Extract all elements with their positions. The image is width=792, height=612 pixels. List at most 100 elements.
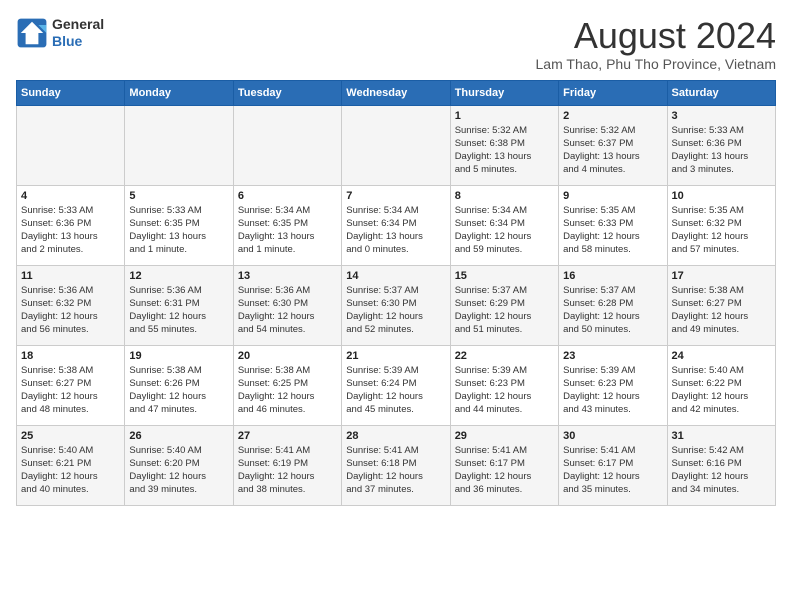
day-number: 30 [563, 430, 662, 442]
day-info: Sunrise: 5:40 AM Sunset: 6:21 PM Dayligh… [21, 444, 120, 497]
day-info: Sunrise: 5:39 AM Sunset: 6:24 PM Dayligh… [346, 364, 445, 417]
week-row-1: 1Sunrise: 5:32 AM Sunset: 6:38 PM Daylig… [17, 105, 776, 185]
day-cell: 31 Sunrise: 5:42 AM Sunset: 6:16 PM Dayli… [667, 425, 775, 505]
day-number: 14 [346, 270, 445, 282]
day-cell: 13Sunrise: 5:36 AM Sunset: 6:30 PM Dayli… [233, 265, 341, 345]
day-number: 21 [346, 350, 445, 362]
day-info: Sunrise: 5:35 AM Sunset: 6:32 PM Dayligh… [672, 204, 771, 257]
day-cell: 25 Sunrise: 5:40 AM Sunset: 6:21 PM Dayli… [17, 425, 125, 505]
day-info: Sunrise: 5:37 AM Sunset: 6:28 PM Dayligh… [563, 284, 662, 337]
day-number: 16 [563, 270, 662, 282]
logo-icon [16, 17, 48, 49]
header-cell-tuesday: Tuesday [233, 80, 341, 105]
day-cell [342, 105, 450, 185]
day-info: Sunrise: 5:39 AM Sunset: 6:23 PM Dayligh… [455, 364, 554, 417]
day-info: Sunrise: 5:41 AM Sunset: 6:18 PM Dayligh… [346, 444, 445, 497]
header-cell-saturday: Saturday [667, 80, 775, 105]
day-number: 19 [129, 350, 228, 362]
day-info: Sunrise: 5:41 AM Sunset: 6:19 PM Dayligh… [238, 444, 337, 497]
week-row-4: 18Sunrise: 5:38 AM Sunset: 6:27 PM Dayli… [17, 345, 776, 425]
day-info: Sunrise: 5:33 AM Sunset: 6:36 PM Dayligh… [672, 124, 771, 177]
day-number: 9 [563, 190, 662, 202]
day-number: 22 [455, 350, 554, 362]
day-info: Sunrise: 5:34 AM Sunset: 6:34 PM Dayligh… [455, 204, 554, 257]
week-row-3: 11 Sunrise: 5:36 AM Sunset: 6:32 PM Dayli… [17, 265, 776, 345]
day-number: 3 [672, 110, 771, 122]
day-number: 25 [21, 430, 120, 442]
main-title: August 2024 [536, 16, 776, 56]
day-number: 10 [672, 190, 771, 202]
day-number: 29 [455, 430, 554, 442]
header-cell-sunday: Sunday [17, 80, 125, 105]
day-info: Sunrise: 5:36 AM Sunset: 6:31 PM Dayligh… [129, 284, 228, 337]
day-number: 12 [129, 270, 228, 282]
day-cell: 24 Sunrise: 5:40 AM Sunset: 6:22 PM Dayli… [667, 345, 775, 425]
day-number: 15 [455, 270, 554, 282]
week-row-2: 4 Sunrise: 5:33 AM Sunset: 6:36 PM Daylig… [17, 185, 776, 265]
day-cell: 4 Sunrise: 5:33 AM Sunset: 6:36 PM Daylig… [17, 185, 125, 265]
day-number: 28 [346, 430, 445, 442]
day-info: Sunrise: 5:38 AM Sunset: 6:26 PM Dayligh… [129, 364, 228, 417]
day-number: 11 [21, 270, 120, 282]
header-cell-friday: Friday [559, 80, 667, 105]
day-cell: 28 Sunrise: 5:41 AM Sunset: 6:18 PM Dayli… [342, 425, 450, 505]
day-number: 17 [672, 270, 771, 282]
day-number: 7 [346, 190, 445, 202]
day-cell: 18Sunrise: 5:38 AM Sunset: 6:27 PM Dayli… [17, 345, 125, 425]
day-number: 8 [455, 190, 554, 202]
header-cell-wednesday: Wednesday [342, 80, 450, 105]
header-cell-monday: Monday [125, 80, 233, 105]
day-cell: 30Sunrise: 5:41 AM Sunset: 6:17 PM Dayli… [559, 425, 667, 505]
day-cell: 22 Sunrise: 5:39 AM Sunset: 6:23 PM Dayli… [450, 345, 558, 425]
day-number: 31 [672, 430, 771, 442]
day-cell: 15 Sunrise: 5:37 AM Sunset: 6:29 PM Dayli… [450, 265, 558, 345]
calendar-table: SundayMondayTuesdayWednesdayThursdayFrid… [16, 80, 776, 506]
day-cell: 16 Sunrise: 5:37 AM Sunset: 6:28 PM Dayli… [559, 265, 667, 345]
day-cell: 5 Sunrise: 5:33 AM Sunset: 6:35 PM Daylig… [125, 185, 233, 265]
day-cell: 11 Sunrise: 5:36 AM Sunset: 6:32 PM Dayli… [17, 265, 125, 345]
day-cell: 10 Sunrise: 5:35 AM Sunset: 6:32 PM Dayli… [667, 185, 775, 265]
day-info: Sunrise: 5:33 AM Sunset: 6:36 PM Dayligh… [21, 204, 120, 257]
day-cell: 6 Sunrise: 5:34 AM Sunset: 6:35 PM Daylig… [233, 185, 341, 265]
header: General Blue August 2024 Lam Thao, Phu T… [16, 16, 776, 72]
day-info: Sunrise: 5:40 AM Sunset: 6:22 PM Dayligh… [672, 364, 771, 417]
day-info: Sunrise: 5:33 AM Sunset: 6:35 PM Dayligh… [129, 204, 228, 257]
day-number: 5 [129, 190, 228, 202]
day-number: 20 [238, 350, 337, 362]
day-number: 26 [129, 430, 228, 442]
calendar-header: SundayMondayTuesdayWednesdayThursdayFrid… [17, 80, 776, 105]
day-cell [17, 105, 125, 185]
day-cell [125, 105, 233, 185]
day-info: Sunrise: 5:32 AM Sunset: 6:37 PM Dayligh… [563, 124, 662, 177]
calendar-body: 1Sunrise: 5:32 AM Sunset: 6:38 PM Daylig… [17, 105, 776, 505]
header-row: SundayMondayTuesdayWednesdayThursdayFrid… [17, 80, 776, 105]
day-info: Sunrise: 5:36 AM Sunset: 6:32 PM Dayligh… [21, 284, 120, 337]
day-cell: 8 Sunrise: 5:34 AM Sunset: 6:34 PM Daylig… [450, 185, 558, 265]
week-row-5: 25 Sunrise: 5:40 AM Sunset: 6:21 PM Dayli… [17, 425, 776, 505]
day-info: Sunrise: 5:42 AM Sunset: 6:16 PM Dayligh… [672, 444, 771, 497]
day-cell [233, 105, 341, 185]
day-number: 4 [21, 190, 120, 202]
day-info: Sunrise: 5:37 AM Sunset: 6:29 PM Dayligh… [455, 284, 554, 337]
day-number: 1 [455, 110, 554, 122]
logo: General Blue [16, 16, 104, 50]
logo-line1: General [52, 16, 104, 33]
day-cell: 26Sunrise: 5:40 AM Sunset: 6:20 PM Dayli… [125, 425, 233, 505]
day-cell: 19 Sunrise: 5:38 AM Sunset: 6:26 PM Dayli… [125, 345, 233, 425]
day-number: 27 [238, 430, 337, 442]
day-cell: 17 Sunrise: 5:38 AM Sunset: 6:27 PM Dayli… [667, 265, 775, 345]
day-number: 24 [672, 350, 771, 362]
day-cell: 9 Sunrise: 5:35 AM Sunset: 6:33 PM Daylig… [559, 185, 667, 265]
day-info: Sunrise: 5:34 AM Sunset: 6:35 PM Dayligh… [238, 204, 337, 257]
day-info: Sunrise: 5:35 AM Sunset: 6:33 PM Dayligh… [563, 204, 662, 257]
day-number: 2 [563, 110, 662, 122]
day-cell: 29Sunrise: 5:41 AM Sunset: 6:17 PM Dayli… [450, 425, 558, 505]
day-number: 6 [238, 190, 337, 202]
day-cell: 2 Sunrise: 5:32 AM Sunset: 6:37 PM Daylig… [559, 105, 667, 185]
day-cell: 20Sunrise: 5:38 AM Sunset: 6:25 PM Dayli… [233, 345, 341, 425]
subtitle: Lam Thao, Phu Tho Province, Vietnam [536, 56, 776, 72]
day-info: Sunrise: 5:38 AM Sunset: 6:27 PM Dayligh… [672, 284, 771, 337]
day-number: 23 [563, 350, 662, 362]
day-cell: 14Sunrise: 5:37 AM Sunset: 6:30 PM Dayli… [342, 265, 450, 345]
day-cell: 23Sunrise: 5:39 AM Sunset: 6:23 PM Dayli… [559, 345, 667, 425]
